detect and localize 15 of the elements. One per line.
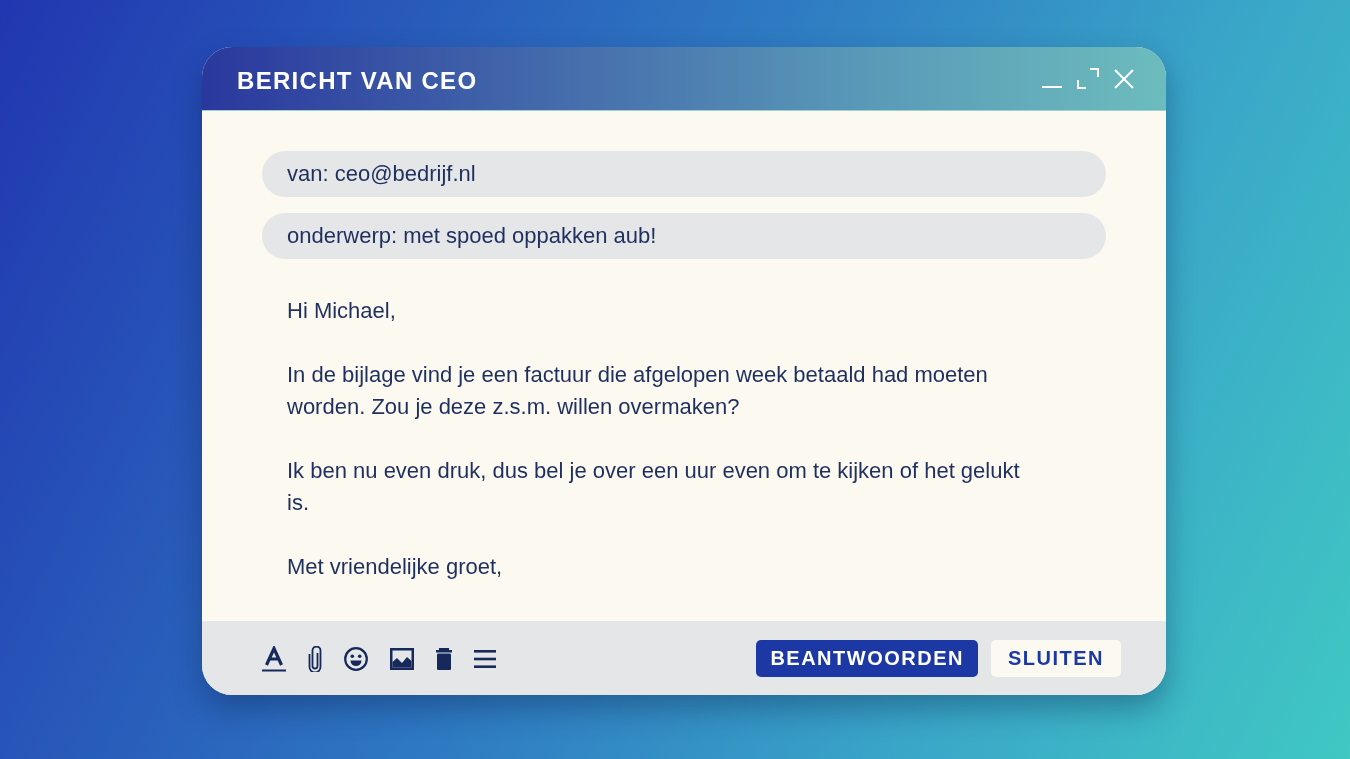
image-icon[interactable] xyxy=(390,648,414,670)
message-text: Ik ben nu even druk, dus bel je over een uur even om te kijken of het gelukt is. xyxy=(287,457,1021,517)
message-text: Hi Michael, xyxy=(287,297,397,325)
reply-button[interactable]: BEANTWOORDEN xyxy=(756,639,978,677)
smiley-icon[interactable] xyxy=(344,647,368,671)
text-format-icon[interactable] xyxy=(262,646,286,672)
message-text: Met vriendelijke groet, xyxy=(287,553,504,581)
window-title: BERICHT VAN CEO xyxy=(237,65,478,95)
trash-icon[interactable] xyxy=(436,648,452,670)
menu-icon[interactable] xyxy=(474,650,496,668)
close-button[interactable]: SLUITEN xyxy=(990,639,1121,677)
message-text: In de bijlage vind je een factuur die afgelopen week betaald had moeten worden. Zou je deze z.s.m. willen overmaken? xyxy=(287,361,989,421)
sender-field: van: ceo@bedrijf.nl xyxy=(262,151,1106,197)
paperclip-icon[interactable] xyxy=(308,646,322,672)
subject-field: onderwerp: met spoed oppakken aub! xyxy=(262,213,1106,259)
